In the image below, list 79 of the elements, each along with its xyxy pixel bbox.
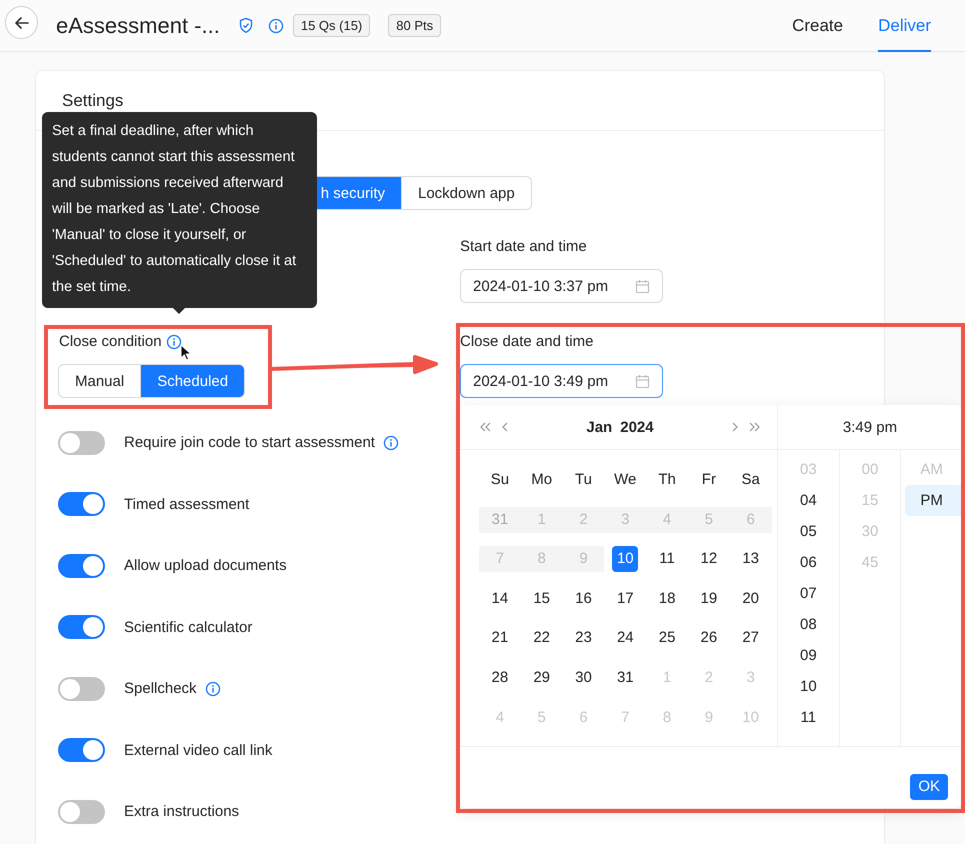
- toggle-label: External video call link: [124, 742, 272, 759]
- day-cell[interactable]: 11: [646, 546, 688, 572]
- hour-option[interactable]: 06: [782, 547, 839, 578]
- info-icon: [166, 334, 182, 350]
- toggle-label: Allow upload documents: [124, 557, 287, 574]
- calendar-icon: [635, 278, 650, 294]
- calendar-icon: [635, 374, 650, 388]
- segment-option[interactable]: Scheduled: [140, 365, 244, 397]
- toggle-label: Extra instructions: [124, 803, 240, 820]
- toggle-label: Require join code to start assessment: [124, 434, 375, 452]
- hour-option[interactable]: 04: [782, 485, 839, 516]
- day-cell[interactable]: 20: [730, 586, 772, 612]
- points-badge: 80 Pts: [388, 14, 442, 37]
- double-chevron-right-icon: [748, 421, 761, 433]
- assessment-title: eAssessment -...: [56, 12, 220, 38]
- shield-check-icon: [238, 17, 254, 34]
- weekday-label: Su: [490, 470, 510, 490]
- month-label[interactable]: Jan: [586, 418, 612, 436]
- day-cell[interactable]: 19: [688, 586, 730, 612]
- hour-option[interactable]: 07: [782, 578, 839, 609]
- weekday-label: Mo: [530, 470, 554, 490]
- day-cell[interactable]: 31: [604, 664, 646, 691]
- nav-tab[interactable]: Deliver: [878, 0, 931, 52]
- toggle-switch[interactable]: [58, 554, 105, 578]
- toggle-switch[interactable]: [58, 615, 105, 640]
- toggle-switch[interactable]: [58, 676, 105, 701]
- field-label: Start date and time: [460, 237, 587, 257]
- chevron-left-icon: [500, 421, 510, 433]
- hour-option[interactable]: 11: [782, 702, 839, 733]
- weekday-label: Fr: [700, 470, 717, 490]
- period-option[interactable]: PM: [905, 485, 962, 516]
- day-cell[interactable]: 16: [562, 586, 604, 612]
- pointer-cursor-icon: [180, 344, 192, 361]
- toggle-switch[interactable]: [58, 430, 105, 455]
- day-cell[interactable]: 17: [604, 586, 646, 612]
- toggle-label: Scientific calculator: [124, 618, 252, 636]
- weekday-label: Th: [657, 470, 677, 490]
- nav-tab[interactable]: Create: [792, 0, 844, 52]
- day-cell[interactable]: 12: [688, 546, 730, 572]
- info-icon: [268, 18, 284, 34]
- segment-option[interactable]: Lockdown app: [401, 177, 531, 209]
- back-button[interactable]: [5, 6, 38, 39]
- date-time-field[interactable]: 2024-01-10 3:49 pm: [460, 364, 663, 398]
- day-cell[interactable]: 26: [688, 625, 730, 652]
- day-cell[interactable]: 18: [646, 586, 688, 612]
- chevron-right-icon: [730, 421, 740, 433]
- double-chevron-left-icon: [479, 421, 492, 433]
- field-label: Close condition: [59, 332, 162, 352]
- day-cell[interactable]: 14: [479, 586, 521, 612]
- day-cell[interactable]: 25: [646, 625, 688, 652]
- day-cell[interactable]: 15: [520, 586, 563, 612]
- tooltip: Set a final deadline, after which students cannot start this assessment and submissions received afterward will be marked as 'Late'. Choose 'Manual' to close it yourself, or 'Scheduled' to automatically close it at the set time.: [42, 112, 317, 308]
- year-label[interactable]: 2024: [620, 418, 654, 436]
- hour-option[interactable]: 09: [782, 640, 839, 671]
- day-cell[interactable]: 13: [730, 546, 772, 572]
- weekday-label: Sa: [740, 470, 761, 490]
- day-cell[interactable]: 30: [562, 664, 604, 691]
- toggle-switch[interactable]: [58, 492, 105, 516]
- weekday-label: Tu: [574, 470, 593, 490]
- toggle-label: Timed assessment: [124, 496, 250, 513]
- day-cell[interactable]: 27: [730, 625, 772, 652]
- ok-button[interactable]: OK: [910, 774, 948, 800]
- toggle-switch[interactable]: [58, 800, 105, 824]
- field-label: Close date and time: [460, 332, 594, 352]
- day-cell[interactable]: 29: [520, 664, 563, 691]
- day-cell[interactable]: 23: [562, 625, 604, 652]
- toggle-switch[interactable]: [58, 738, 105, 762]
- hour-option[interactable]: 05: [782, 516, 839, 547]
- hour-option[interactable]: 10: [782, 671, 839, 702]
- weekday-label: We: [613, 470, 638, 490]
- hour-option[interactable]: 08: [782, 609, 839, 640]
- day-cell[interactable]: 28: [479, 664, 521, 691]
- question-count-badge: 15 Qs (15): [292, 14, 370, 37]
- date-time-field[interactable]: 2024-01-10 3:37 pm: [460, 269, 663, 303]
- toggle-label: Spellcheck: [124, 680, 197, 698]
- day-cell[interactable]: 21: [479, 625, 521, 652]
- day-cell[interactable]: 22: [520, 625, 563, 652]
- segment-option[interactable]: h security: [317, 177, 401, 209]
- day-cell[interactable]: 24: [604, 625, 646, 652]
